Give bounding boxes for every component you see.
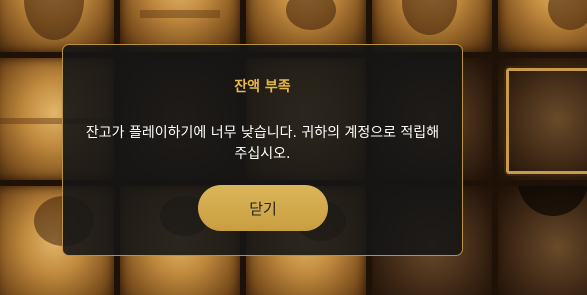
dialog-title: 잔액 부족 <box>234 79 291 95</box>
dialog-message: 잔고가 플레이하기에 너무 낮습니다. 귀하의 계정으로 적립해 주십시오. <box>85 125 440 162</box>
symbol-framed-figure <box>498 58 587 180</box>
insufficient-balance-dialog: 잔액 부족 잔고가 플레이하기에 너무 낮습니다. 귀하의 계정으로 적립해 주… <box>62 44 463 256</box>
game-screen: 잔액 부족 잔고가 플레이하기에 너무 낮습니다. 귀하의 계정으로 적립해 주… <box>0 0 587 295</box>
close-button[interactable]: 닫기 <box>198 185 328 231</box>
symbol-masked-figure <box>498 186 587 295</box>
symbol-bones <box>498 0 587 52</box>
